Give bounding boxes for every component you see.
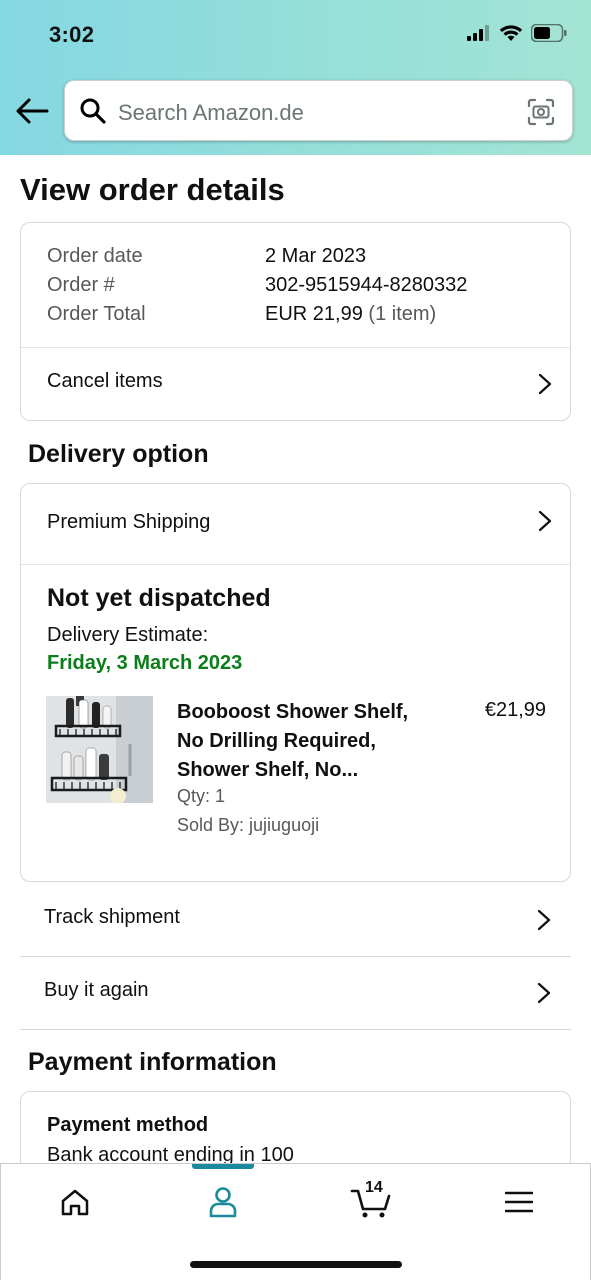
shipping-option-label: Premium Shipping — [47, 511, 211, 533]
product-quantity: Qty: 1 — [177, 786, 226, 806]
buy-again-label: Buy it again — [44, 979, 149, 1001]
chevron-right-icon — [538, 510, 552, 532]
product-seller: Sold By: jujiuguoji — [177, 815, 320, 835]
cancel-items-row[interactable]: Cancel items — [21, 348, 570, 421]
wifi-icon — [499, 25, 523, 41]
track-shipment-label: Track shipment — [44, 906, 180, 928]
status-time: 3:02 — [49, 22, 95, 47]
menu-icon — [505, 1191, 533, 1213]
delivery-estimate-date: Friday, 3 March 2023 — [47, 652, 243, 674]
buy-again-row[interactable]: Buy it again — [20, 957, 571, 1030]
delivery-estimate-label: Delivery Estimate: — [47, 624, 209, 646]
signal-icon — [467, 25, 489, 41]
shower-shelf-image — [46, 696, 153, 803]
product-image[interactable] — [46, 696, 153, 803]
product-title[interactable]: Booboost Shower Shelf, No Drilling Requi… — [177, 698, 437, 785]
chevron-right-icon — [537, 909, 551, 931]
divider — [21, 564, 570, 565]
order-total-value: EUR 21,99 — [265, 303, 363, 325]
active-tab-indicator — [192, 1164, 254, 1169]
order-date-value: 2 Mar 2023 — [265, 245, 367, 267]
tab-home[interactable] — [53, 1182, 97, 1222]
search-input[interactable]: Search Amazon.de — [118, 100, 304, 126]
cancel-items-label: Cancel items — [47, 370, 163, 392]
product-price: €21,99 — [484, 699, 546, 721]
tab-account[interactable] — [201, 1182, 245, 1222]
track-shipment-row[interactable]: Track shipment — [20, 884, 571, 957]
cart-count-badge: 14 — [365, 1179, 383, 1196]
home-indicator — [190, 1261, 402, 1268]
status-icons — [467, 24, 567, 42]
order-date-label: Order date — [47, 245, 143, 267]
home-icon — [61, 1189, 89, 1216]
search-bar[interactable]: Search Amazon.de — [64, 80, 573, 141]
order-number-value: 302-9515944-8280332 — [265, 274, 468, 296]
shipping-option-row[interactable]: Premium Shipping — [21, 484, 570, 564]
delivery-card: Premium Shipping Not yet dispatched Deli… — [20, 483, 571, 882]
tab-menu[interactable] — [497, 1182, 541, 1222]
order-total: EUR 21,99 (1 item) — [265, 303, 436, 326]
chevron-right-icon — [538, 373, 552, 395]
order-number-label: Order # — [47, 274, 115, 296]
payment-method-title: Payment method — [47, 1114, 209, 1136]
camera-search-icon[interactable] — [526, 97, 556, 127]
header: 3:02 Search Amazon.de — [0, 0, 591, 155]
chevron-right-icon — [537, 982, 551, 1004]
back-arrow-icon[interactable] — [14, 94, 50, 128]
battery-icon — [531, 24, 567, 42]
delivery-section-title: Delivery option — [28, 440, 209, 468]
search-icon — [80, 98, 106, 124]
page-title: View order details — [20, 172, 285, 207]
account-icon — [209, 1187, 237, 1218]
order-item-count: (1 item) — [368, 303, 437, 325]
payment-section-title: Payment information — [28, 1048, 277, 1076]
shipment-status: Not yet dispatched — [47, 584, 271, 612]
order-summary-card: Order date 2 Mar 2023 Order # 302-951594… — [20, 222, 571, 421]
order-total-label: Order Total — [47, 303, 146, 325]
